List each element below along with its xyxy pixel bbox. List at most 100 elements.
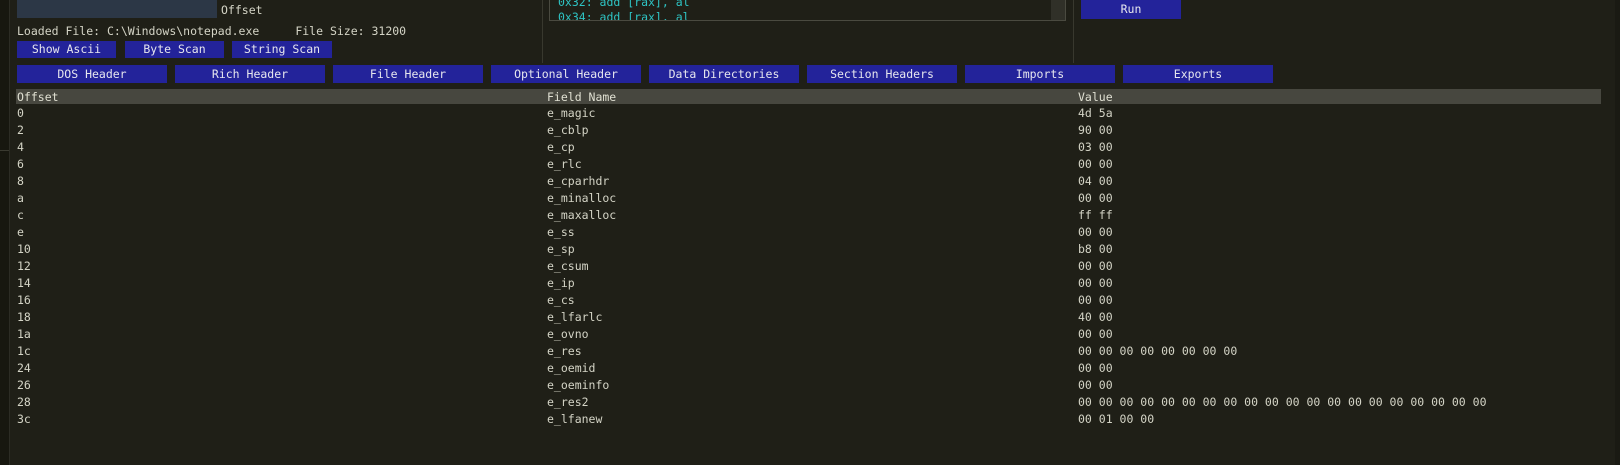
table-row[interactable]: 10 e_sp b8 00 xyxy=(0,241,1620,258)
cell-offset: 1a xyxy=(17,327,31,341)
cell-offset: 3c xyxy=(17,412,31,426)
dos-header-table: 0 e_magic 4d 5a 2 e_cblp 90 00 4 e_cp 03 00 6 e_rl… xyxy=(0,105,1620,428)
cell-value: 00 00 xyxy=(1078,378,1113,392)
table-row[interactable]: 2 e_cblp 90 00 xyxy=(0,122,1620,139)
pe-viewer-app: Offset Loaded File: C:\Windows\notepad.e… xyxy=(0,0,1620,465)
show-ascii-button[interactable]: Show Ascii xyxy=(17,41,116,58)
panel-divider-left xyxy=(542,0,543,63)
tab-imports[interactable]: Imports xyxy=(965,65,1115,83)
cell-field-name: e_ip xyxy=(547,276,575,290)
cell-field-name: e_minalloc xyxy=(547,191,617,205)
cell-value: 4d 5a xyxy=(1078,106,1113,120)
table-row[interactable]: 12 e_csum 00 00 xyxy=(0,258,1620,275)
cell-offset: 4 xyxy=(17,140,24,154)
cell-field-name: e_oemid xyxy=(547,361,596,375)
tab-exports[interactable]: Exports xyxy=(1123,65,1273,83)
cell-field-name: e_ss xyxy=(547,225,575,239)
table-row[interactable]: 16 e_cs 00 00 xyxy=(0,292,1620,309)
cell-offset: 18 xyxy=(17,310,31,324)
cell-field-name: e_oeminfo xyxy=(547,378,610,392)
table-row[interactable]: e e_ss 00 00 xyxy=(0,224,1620,241)
table-row[interactable]: 8 e_cparhdr 04 00 xyxy=(0,173,1620,190)
cell-value: 40 00 xyxy=(1078,310,1113,324)
cell-field-name: e_cs xyxy=(547,293,575,307)
cell-value: 00 01 00 00 xyxy=(1078,412,1155,426)
column-header-offset[interactable]: Offset xyxy=(17,90,59,104)
table-row[interactable]: 18 e_lfarlc 40 00 xyxy=(0,309,1620,326)
run-button[interactable]: Run xyxy=(1081,0,1181,19)
cell-value: 00 00 00 00 00 00 00 00 xyxy=(1078,344,1238,358)
cell-offset: 0 xyxy=(17,106,24,120)
disassembly-view[interactable]: 0x32: add [rax], al 0x34: add [rax], al xyxy=(549,0,1066,21)
tab-data-directories[interactable]: Data Directories xyxy=(649,65,799,83)
cell-value: 00 00 xyxy=(1078,327,1113,341)
file-size-text: File Size: 31200 xyxy=(295,24,407,38)
table-row[interactable]: a e_minalloc 00 00 xyxy=(0,190,1620,207)
file-info: Loaded File: C:\Windows\notepad.exe File … xyxy=(17,24,406,38)
cell-field-name: e_csum xyxy=(547,259,589,273)
tab-rich-header[interactable]: Rich Header xyxy=(175,65,325,83)
preview-image xyxy=(17,0,217,18)
cell-offset: e xyxy=(17,225,24,239)
string-scan-button[interactable]: String Scan xyxy=(232,41,332,58)
cell-offset: 14 xyxy=(17,276,31,290)
cell-field-name: e_lfarlc xyxy=(547,310,603,324)
cell-offset: 12 xyxy=(17,259,31,273)
cell-offset: 26 xyxy=(17,378,31,392)
cell-offset: 1c xyxy=(17,344,31,358)
cell-offset: 24 xyxy=(17,361,31,375)
tab-optional-header[interactable]: Optional Header xyxy=(491,65,641,83)
table-row[interactable]: 26 e_oeminfo 00 00 xyxy=(0,377,1620,394)
cell-field-name: e_maxalloc xyxy=(547,208,617,222)
panel-divider-right xyxy=(1073,0,1074,63)
cell-field-name: e_sp xyxy=(547,242,575,256)
table-row[interactable]: 6 e_rlc 00 00 xyxy=(0,156,1620,173)
tab-section-headers[interactable]: Section Headers xyxy=(807,65,957,83)
cell-offset: 6 xyxy=(17,157,24,171)
cell-field-name: e_magic xyxy=(547,106,596,120)
table-row[interactable]: 3c e_lfanew 00 01 00 00 xyxy=(0,411,1620,428)
cell-field-name: e_cparhdr xyxy=(547,174,610,188)
cell-field-name: e_cp xyxy=(547,140,575,154)
cell-value: ff ff xyxy=(1078,208,1113,222)
cell-value: 00 00 xyxy=(1078,259,1113,273)
cell-offset: 10 xyxy=(17,242,31,256)
cell-field-name: e_lfanew xyxy=(547,412,603,426)
table-row[interactable]: 1a e_ovno 00 00 xyxy=(0,326,1620,343)
cell-offset: c xyxy=(17,208,24,222)
cell-value: b8 00 xyxy=(1078,242,1113,256)
disasm-line: 0x32: add [rax], al xyxy=(558,0,690,9)
table-row[interactable]: 4 e_cp 03 00 xyxy=(0,139,1620,156)
cell-offset: 16 xyxy=(17,293,31,307)
column-header-field-name[interactable]: Field Name xyxy=(547,90,616,104)
table-row[interactable]: 1c e_res 00 00 00 00 00 00 00 00 xyxy=(0,343,1620,360)
table-row[interactable]: 0 e_magic 4d 5a xyxy=(0,105,1620,122)
offset-label: Offset xyxy=(221,3,263,17)
cell-value: 04 00 xyxy=(1078,174,1113,188)
cell-value: 00 00 00 00 00 00 00 00 00 00 00 00 00 0… xyxy=(1078,395,1487,409)
cell-value: 00 00 xyxy=(1078,225,1113,239)
table-row[interactable]: c e_maxalloc ff ff xyxy=(0,207,1620,224)
cell-value: 00 00 xyxy=(1078,293,1113,307)
table-row[interactable]: 28 e_res2 00 00 00 00 00 00 00 00 00 00 00… xyxy=(0,394,1620,411)
table-row[interactable]: 24 e_oemid 00 00 xyxy=(0,360,1620,377)
column-header-value[interactable]: Value xyxy=(1078,90,1113,104)
tab-dos-header[interactable]: DOS Header xyxy=(17,65,167,83)
tab-file-header[interactable]: File Header xyxy=(333,65,483,83)
cell-offset: 28 xyxy=(17,395,31,409)
cell-field-name: e_cblp xyxy=(547,123,589,137)
cell-offset: 2 xyxy=(17,123,24,137)
cell-offset: a xyxy=(17,191,24,205)
table-row[interactable]: 14 e_ip 00 00 xyxy=(0,275,1620,292)
cell-offset: 8 xyxy=(17,174,24,188)
disasm-scrollbar[interactable] xyxy=(1051,0,1065,20)
cell-value: 00 00 xyxy=(1078,361,1113,375)
cell-value: 03 00 xyxy=(1078,140,1113,154)
loaded-file-text: Loaded File: C:\Windows\notepad.exe xyxy=(17,24,260,38)
cell-field-name: e_ovno xyxy=(547,327,589,341)
byte-scan-button[interactable]: Byte Scan xyxy=(125,41,224,58)
table-header: Offset Field Name Value xyxy=(16,89,1601,104)
cell-field-name: e_res2 xyxy=(547,395,589,409)
disasm-line: 0x34: add [rax], al xyxy=(558,10,690,21)
cell-field-name: e_rlc xyxy=(547,157,582,171)
